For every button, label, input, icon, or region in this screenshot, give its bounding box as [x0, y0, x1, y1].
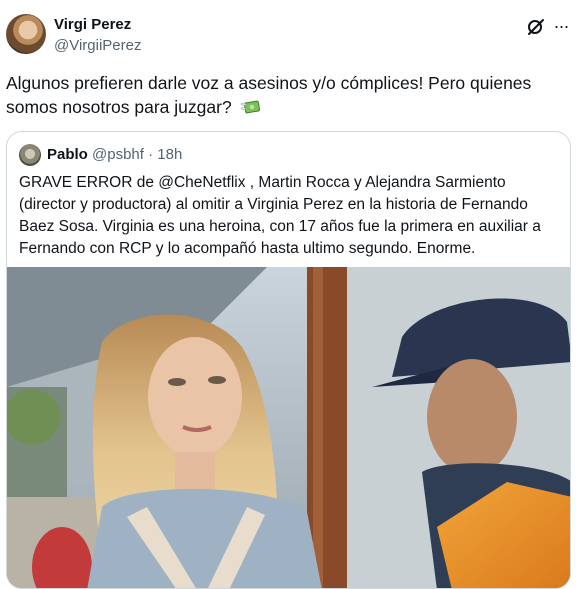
tweet-card: Virgi Perez @VirgiiPerez ··· Algunos pre… — [0, 0, 580, 589]
grok-icon[interactable] — [526, 17, 546, 37]
quoted-author-handle: @psbhf — [92, 146, 144, 163]
quoted-timestamp: 18h — [157, 146, 183, 163]
tweet-text-content: Algunos prefieren darle voz a asesinos y… — [6, 73, 532, 117]
author-display-name[interactable]: Virgi Perez — [54, 16, 131, 33]
quoted-separator: · — [148, 146, 154, 163]
money-with-wings-icon — [240, 100, 260, 114]
author-handle[interactable]: @VirgiiPerez — [54, 37, 141, 54]
tweet-text: Algunos prefieren darle voz a asesinos y… — [6, 71, 572, 119]
quoted-author-display-name: Pablo — [47, 146, 88, 163]
quoted-tweet-photo[interactable] — [7, 267, 571, 589]
quoted-tweet-text: GRAVE ERROR de @CheNetflix , Martin Rocc… — [19, 174, 541, 257]
author-avatar[interactable] — [6, 14, 46, 54]
quoted-tweet[interactable]: Pablo @psbhf · 18h GRAVE ERROR de @CheNe… — [6, 131, 571, 589]
more-options-icon[interactable]: ··· — [550, 15, 572, 37]
quoted-author-avatar — [19, 144, 41, 166]
quoted-tweet-header: Pablo @psbhf · 18h — [47, 146, 182, 163]
